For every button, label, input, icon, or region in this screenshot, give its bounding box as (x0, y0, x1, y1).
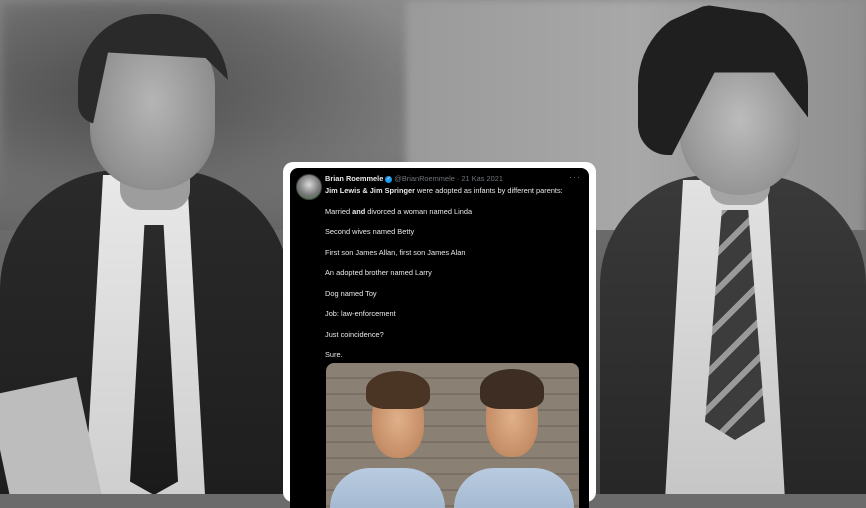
tweet-photo-twins[interactable] (326, 363, 579, 508)
more-options-icon[interactable]: ··· (569, 172, 581, 182)
fact-married-and: and (352, 206, 366, 216)
tweet-date[interactable]: 21 Kas 2021 (461, 174, 503, 183)
fact-wives: Second wives named Betty (325, 227, 415, 236)
author-name[interactable]: Brian Roemmele (325, 174, 383, 183)
twin-right-shirt (454, 468, 574, 508)
tweet-intro: Jim Lewis & Jim Springer were adopted as… (325, 186, 580, 196)
author-avatar[interactable] (296, 174, 322, 200)
fact-married-part1: Married (325, 206, 353, 216)
fact-job: Job: law-enforcement (325, 309, 396, 318)
tweet-header: Brian Roemmele ✓ @BrianRoemmele · 21 Kas 2… (325, 174, 503, 184)
left-man (0, 0, 300, 494)
author-handle[interactable]: @BrianRoemmele (394, 174, 455, 183)
mention-jim-springer: Jim Springer (369, 186, 415, 195)
fact-sons: First son James Allan, first son James A… (325, 247, 466, 257)
tweet-text: Jim Lewis & Jim Springer were adopted as… (325, 186, 580, 371)
intro-ampersand: & (360, 186, 370, 195)
fact-married-part2: divorced a woman named Linda (365, 206, 473, 216)
verified-badge-icon: ✓ (385, 175, 393, 183)
right-man (600, 0, 866, 494)
mention-jim-lewis: Jim Lewis (325, 186, 361, 195)
fact-married: Married and divorced a woman named Linda (325, 207, 580, 217)
twin-left-hair (366, 371, 430, 409)
intro-text: were adopted as infants by different par… (414, 186, 563, 195)
twin-right-hair (480, 369, 544, 409)
fact-dog: Dog named Toy (325, 288, 377, 298)
fact-sure: Sure. (325, 350, 343, 359)
tweet-card: Brian Roemmele ✓ @BrianRoemmele · 21 Kas 2… (290, 168, 589, 508)
twin-left-shirt (330, 468, 445, 508)
header-separator: · (456, 174, 460, 183)
fact-coincidence: Just coincidence? (325, 329, 384, 339)
fact-brother: An adopted brother named Larry (325, 268, 432, 277)
